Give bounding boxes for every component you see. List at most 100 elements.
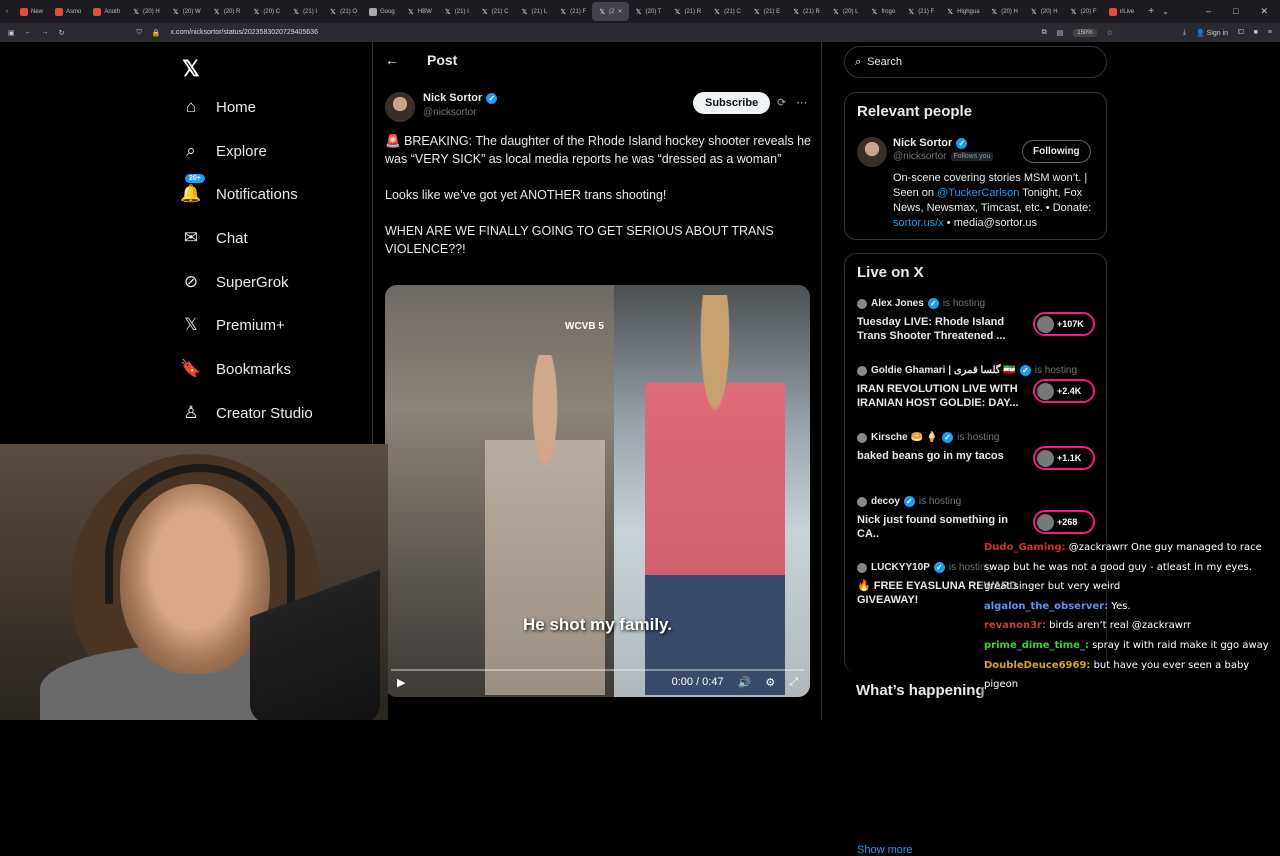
browser-tab[interactable]: 𝕏 (21) R — [786, 0, 826, 23]
nav-item-notifications[interactable]: 🔔 20+ Notifications — [180, 174, 298, 205]
live-title[interactable]: baked beans go in my tacos — [857, 449, 1027, 463]
browser-tab[interactable]: Asmo — [49, 0, 87, 23]
video-station-logo: WCVB 5 — [565, 321, 604, 332]
minimize-icon[interactable]: – — [1206, 6, 1211, 17]
browser-tab[interactable]: 𝕏 (20) T — [629, 0, 668, 23]
zoom-level[interactable]: 150% — [1073, 28, 1097, 37]
volume-icon[interactable]: 🔊 — [738, 676, 752, 689]
browser-tab[interactable]: 𝕏 Highgua — [940, 0, 984, 23]
nav-item-home[interactable]: ⌂ Home — [180, 96, 256, 118]
nav-item-bookmarks[interactable]: 🔖 Bookmarks — [180, 358, 291, 380]
author-name[interactable]: Nick Sortor — [423, 92, 482, 104]
search-input[interactable]: ⌕ Search — [844, 46, 1107, 78]
forward-arrow-icon[interactable]: → — [42, 29, 49, 36]
fullscreen-icon[interactable]: ⤢ — [789, 676, 798, 689]
browser-tab[interactable]: 𝕏 (21) F — [901, 0, 940, 23]
browser-tab[interactable]: 𝕏 (21) I — [438, 0, 475, 23]
grok-icon[interactable]: ⟳ — [777, 96, 786, 109]
lock-icon[interactable]: 🔒 — [152, 29, 161, 37]
live-item[interactable]: Kirsche 🥯 🍦 ✓ is hosting baked beans go in … — [857, 432, 1097, 470]
browser-tab[interactable]: 𝕏 (20) R — [207, 0, 247, 23]
profile-icon[interactable]: ■ — [1254, 29, 1258, 36]
browser-tab[interactable]: 𝕏 HBW — [401, 0, 438, 23]
reload-icon[interactable]: ↻ — [59, 29, 65, 37]
host-name[interactable]: Alex Jones — [871, 298, 924, 309]
back-arrow-icon[interactable]: ← — [25, 29, 32, 36]
tab-list-arrow-icon[interactable]: ‹ — [0, 9, 14, 15]
download-icon[interactable]: ⤓ — [1183, 29, 1186, 37]
address-input[interactable]: x.com/nicksortor/status/2023583020729405… — [170, 29, 318, 36]
new-tab-button[interactable]: + — [1140, 6, 1162, 17]
reader-icon[interactable]: ▤ — [1057, 29, 1064, 37]
sidebar-toggle-icon[interactable]: ▣ — [8, 29, 15, 37]
browser-tab[interactable]: 𝕏frogo — [865, 0, 902, 23]
browser-tab[interactable]: 𝕏 (20) H — [126, 0, 166, 23]
back-arrow-icon[interactable]: ← — [385, 52, 399, 68]
browser-tab[interactable]: 𝕏 (20) H — [1024, 0, 1064, 23]
host-name[interactable]: decoy — [871, 496, 900, 507]
browser-tab[interactable]: 𝕏 (2 ✕ — [592, 2, 629, 21]
live-title[interactable]: IRAN REVOLUTION LIVE WITH IRANIAN HOST G… — [857, 382, 1027, 410]
live-listener-pill[interactable]: +1.1K — [1033, 446, 1095, 470]
tab-overflow-icon[interactable]: ⌄ — [1162, 7, 1169, 16]
browser-tab[interactable]: 𝕏 (21) C — [475, 0, 515, 23]
browser-tab[interactable]: 𝕏 (21) O — [323, 0, 363, 23]
post-author[interactable]: Nick Sortor ✓ @nicksortor — [385, 92, 498, 122]
relevant-person[interactable]: Nick Sortor ✓ @nicksortor Follows you — [857, 137, 994, 167]
browser-tab[interactable]: 𝕏 (20) C — [246, 0, 286, 23]
live-item[interactable]: Alex Jones ✓ is hosting Tuesday LIVE: Rhode… — [857, 298, 1097, 343]
avatar[interactable] — [385, 92, 415, 122]
browser-tab[interactable]: 𝕏 (21) L — [514, 0, 553, 23]
browser-tab[interactable]: 𝕏 (21) F — [553, 0, 592, 23]
nav-item-creator-studio[interactable]: ♙ Creator Studio — [180, 402, 312, 424]
browser-tab[interactable]: 𝕏 (21) E — [747, 0, 786, 23]
settings-icon[interactable]: ⚙ — [765, 676, 775, 689]
browser-tab[interactable]: New — [14, 0, 49, 23]
author-handle[interactable]: @nicksortor — [423, 107, 497, 118]
menu-icon[interactable]: ≡ — [1268, 29, 1272, 36]
maximize-icon[interactable]: □ — [1233, 6, 1238, 17]
nav-item-explore[interactable]: ⌕ Explore — [180, 140, 267, 162]
browser-tab[interactable]: 𝕏 (21) C — [707, 0, 747, 23]
browser-tab[interactable]: 𝕏 (20) H — [984, 0, 1024, 23]
browser-tab[interactable]: 𝕏 (21) R — [667, 0, 707, 23]
more-options-icon[interactable]: ⋯ — [796, 96, 807, 109]
signin-button[interactable]: 👤 Sign in — [1196, 29, 1228, 37]
avatar[interactable] — [857, 137, 887, 167]
nav-item-chat[interactable]: ✉ Chat — [180, 227, 248, 249]
pip-icon[interactable]: ⧉ — [1042, 29, 1047, 37]
browser-tab[interactable]: r/Live — [1103, 0, 1141, 23]
browser-tab[interactable]: 𝕏 (20) L — [826, 0, 865, 23]
live-listener-pill[interactable]: +268 — [1033, 510, 1095, 534]
bio-mention-link[interactable]: @TuckerCarlson — [937, 187, 1019, 199]
browser-tab[interactable]: 𝕏 (20) F — [1064, 0, 1103, 23]
host-name[interactable]: LUCKYY10P — [871, 562, 930, 573]
play-icon[interactable]: ▶ — [397, 676, 405, 689]
following-button[interactable]: Following — [1022, 140, 1091, 163]
browser-tab[interactable]: Goog — [363, 0, 401, 23]
live-title[interactable]: Tuesday LIVE: Rhode Island Trans Shooter… — [857, 315, 1027, 343]
nav-item-supergrok[interactable]: ⊘ SuperGrok — [180, 271, 289, 293]
browser-tab[interactable]: 𝕏 (21) I — [286, 0, 323, 23]
host-name[interactable]: Goldie Ghamari | گلسا قمری 🇮🇷 — [871, 365, 1016, 376]
browser-tab[interactable]: 𝕏 (20) W — [166, 0, 207, 23]
person-handle[interactable]: @nicksortor — [893, 151, 947, 162]
browser-tab[interactable]: Anoth — [87, 0, 126, 23]
nav-item-premium[interactable]: 𝕏 Premium+ — [180, 314, 285, 336]
live-item[interactable]: Goldie Ghamari | گلسا قمری 🇮🇷 ✓ is hosting… — [857, 365, 1097, 410]
person-name[interactable]: Nick Sortor — [893, 137, 952, 149]
shield-icon[interactable]: ⛉ — [137, 29, 142, 37]
show-more-link[interactable]: Show more — [857, 844, 913, 856]
video-player[interactable]: WCVB 5 He shot my family. ▶ 0:00 / 0:47 … — [385, 285, 810, 697]
x-logo-icon[interactable]: 𝕏 — [182, 56, 200, 82]
live-item[interactable]: decoy ✓ is hosting Nick just found somethin… — [857, 496, 1097, 541]
subscribe-button[interactable]: Subscribe — [693, 92, 771, 114]
live-listener-pill[interactable]: +2.4K — [1033, 379, 1095, 403]
live-listener-pill[interactable]: +107K — [1033, 312, 1095, 336]
star-icon[interactable]: ☆ — [1107, 29, 1113, 37]
bio-url-link[interactable]: sortor.us/x — [893, 217, 944, 229]
close-window-icon[interactable]: ✕ — [1260, 6, 1268, 17]
close-tab-icon[interactable]: ✕ — [618, 8, 623, 15]
extensions-icon[interactable]: ⧠ — [1238, 29, 1244, 37]
host-name[interactable]: Kirsche 🥯 🍦 — [871, 432, 938, 443]
